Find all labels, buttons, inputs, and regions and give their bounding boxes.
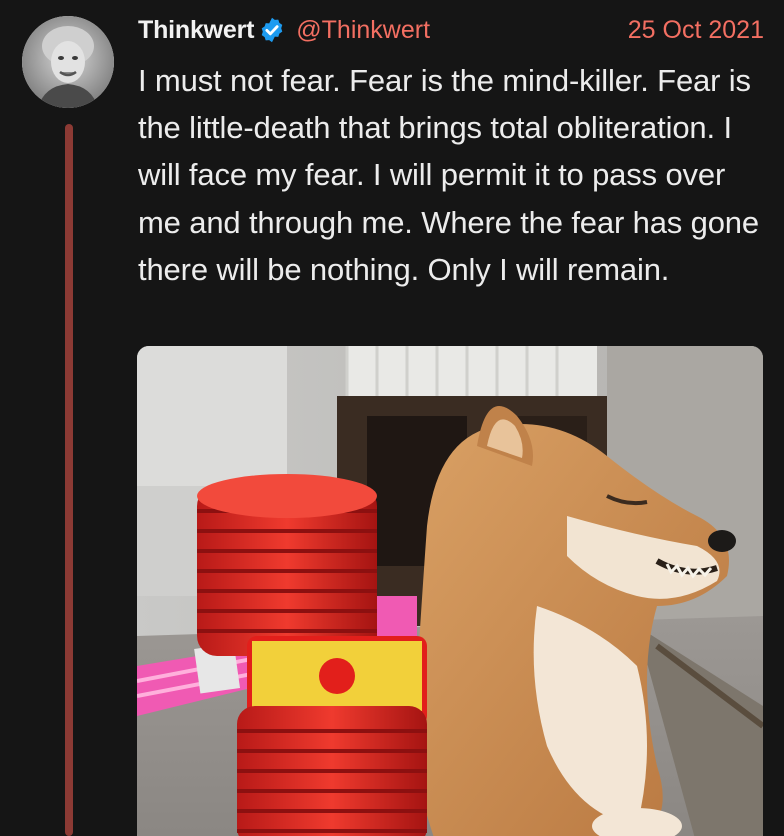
tweet-media-image[interactable] xyxy=(137,346,763,836)
display-name[interactable]: Thinkwert xyxy=(138,16,254,45)
shiba-inu-with-toy-hammer-photo xyxy=(137,346,763,836)
tweet-date[interactable]: 25 Oct 2021 xyxy=(628,16,764,45)
tweet-text: I must not fear. Fear is the mind-killer… xyxy=(138,63,759,287)
avatar[interactable] xyxy=(22,16,114,108)
tweet-header: Thinkwert @Thinkwert 25 Oct 2021 xyxy=(138,12,764,48)
avatar-image xyxy=(22,16,114,108)
thread-connector-line xyxy=(65,124,73,836)
verified-badge-icon xyxy=(258,16,286,44)
user-handle[interactable]: @Thinkwert xyxy=(296,16,430,45)
